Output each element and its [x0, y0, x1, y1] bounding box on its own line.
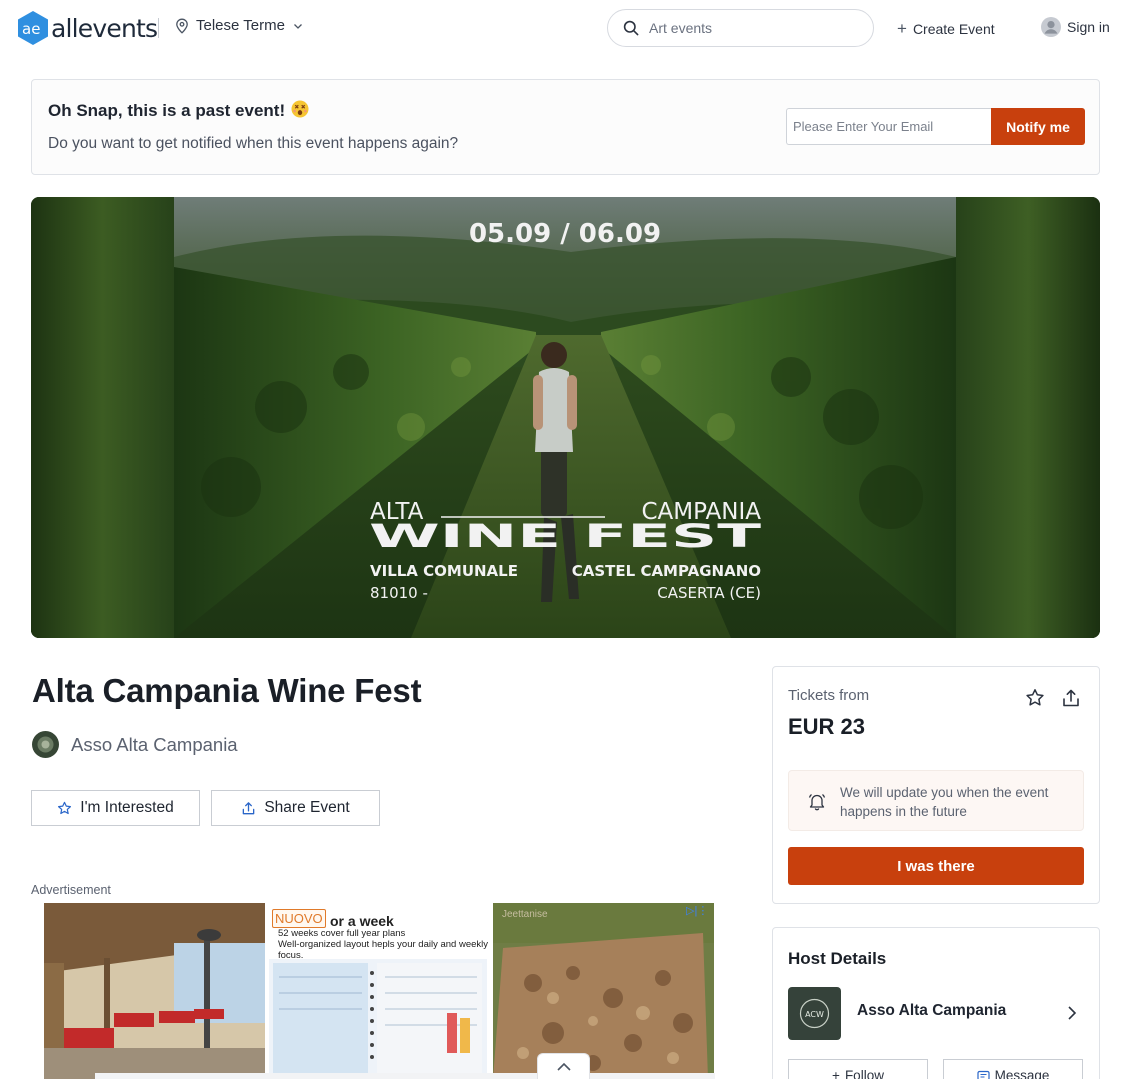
hero-dates: 05.09 / 06.09	[469, 219, 661, 249]
hero-venue-left-1: VILLA COMUNALE	[370, 562, 518, 580]
location-pin-icon	[176, 18, 188, 34]
sign-in-label: Sign in	[1067, 19, 1110, 35]
ad-image-restaurant[interactable]	[44, 903, 265, 1079]
banner-graphic: 05.09 / 06.09 ALTA CAMPANIA WINE FEST VI…	[31, 197, 1100, 638]
hero-venue-right-2: CASERTA (CE)	[657, 584, 761, 602]
advertisement-label: Advertisement	[31, 883, 111, 897]
create-event-label: Create Event	[912, 21, 995, 37]
follow-host-button[interactable]: + Follow	[788, 1059, 928, 1079]
bell-icon	[808, 793, 826, 811]
ad-headline: or a week	[330, 913, 394, 929]
user-avatar-icon	[1041, 17, 1061, 37]
update-notice-text: We will update you when the event happen…	[840, 785, 1049, 819]
ad-watermark: Jeettanise	[502, 909, 548, 920]
hero-wine-fest: WINE FEST	[369, 517, 761, 555]
share-event-button[interactable]: Share Event	[211, 790, 380, 826]
host-name: Asso Alta Campania	[857, 1002, 1007, 1019]
host-profile-link[interactable]: ACW Asso Alta Campania	[788, 987, 1086, 1041]
top-navbar: ae allevents Telese Terme + Create Event…	[0, 0, 1121, 56]
advertisement-banner[interactable]: NUOVO or a week 52 weeks cover full year…	[44, 903, 714, 1079]
host-details-card: Host Details ACW Asso Alta Campania + Fo…	[772, 927, 1100, 1079]
location-label: Telese Terme	[196, 17, 285, 34]
organizer-avatar	[32, 731, 59, 758]
search-box[interactable]	[607, 9, 874, 47]
allevents-logo[interactable]: ae allevents	[16, 10, 158, 46]
location-selector[interactable]: Telese Terme	[175, 17, 303, 34]
notice-title: Oh Snap, this is a past event!	[48, 100, 309, 121]
ad-planner[interactable]: NUOVO or a week 52 weeks cover full year…	[267, 903, 490, 1079]
logo-hex-icon: ae	[18, 11, 48, 45]
update-notice: We will update you when the event happen…	[788, 770, 1084, 831]
ad-line-3: Well-organized layout hepls your daily a…	[278, 939, 488, 961]
dizzy-face-emoji-icon	[291, 100, 309, 118]
share-icon[interactable]	[1061, 688, 1081, 708]
chevron-right-icon	[1068, 1006, 1077, 1020]
svg-text:ae: ae	[22, 20, 40, 38]
event-banner-image: 05.09 / 06.09 ALTA CAMPANIA WINE FEST VI…	[31, 197, 1100, 638]
search-icon	[623, 20, 639, 36]
ad-new-badge: NUOVO	[272, 909, 326, 928]
save-star-icon[interactable]	[1025, 688, 1045, 708]
notice-title-text: Oh Snap, this is a past event!	[48, 101, 286, 120]
adchoices-icon[interactable]: ▷|⋮	[686, 904, 708, 917]
tickets-from-label: Tickets from	[788, 687, 870, 704]
email-field[interactable]	[786, 108, 992, 145]
logo-text: allevents	[51, 13, 158, 43]
share-icon	[243, 801, 255, 814]
ad-line-2: 52 weeks cover full year plans	[278, 928, 406, 939]
collapse-ad-button[interactable]	[537, 1053, 590, 1079]
host-details-title: Host Details	[788, 949, 887, 968]
host-avatar: ACW	[788, 987, 841, 1040]
notify-me-button[interactable]: Notify me	[991, 108, 1085, 145]
past-event-notice: Oh Snap, this is a past event! Do you wa…	[31, 79, 1100, 175]
hero-venue-left-2: 81010 -	[370, 584, 428, 602]
ad-image-camouflage[interactable]: Jeettanise	[493, 903, 714, 1079]
message-host-button[interactable]: Message	[943, 1059, 1083, 1079]
message-label: Message	[994, 1068, 1050, 1079]
svg-text:ACW: ACW	[805, 1010, 824, 1019]
interested-label: I'm Interested	[80, 799, 174, 816]
plus-icon: +	[897, 19, 907, 38]
header-divider	[158, 18, 159, 38]
message-icon	[977, 1070, 990, 1079]
event-title: Alta Campania Wine Fest	[32, 672, 422, 709]
organizer-name: Asso Alta Campania	[71, 733, 238, 755]
sign-in-button[interactable]: Sign in	[1041, 17, 1110, 37]
interested-button[interactable]: I'm Interested	[31, 790, 200, 826]
ticket-card: Tickets from EUR 23 We will update you w…	[772, 666, 1100, 904]
hero-venue-right-1: CASTEL CAMPAGNANO	[572, 562, 761, 580]
search-input[interactable]	[649, 20, 849, 36]
create-event-button[interactable]: + Create Event	[897, 19, 995, 39]
follow-plus-icon: +	[832, 1068, 840, 1079]
star-icon	[58, 801, 72, 814]
share-label: Share Event	[264, 799, 350, 816]
bottom-sticky-bar	[95, 1073, 715, 1079]
chevron-down-icon	[293, 23, 302, 29]
organizer-link[interactable]: Asso Alta Campania	[32, 731, 238, 758]
follow-label: Follow	[844, 1068, 884, 1079]
notice-subtitle: Do you want to get notified when this ev…	[48, 135, 459, 152]
i-was-there-button[interactable]: I was there	[788, 847, 1084, 885]
ticket-price: EUR 23	[788, 714, 866, 739]
chevron-up-icon	[556, 1062, 571, 1071]
